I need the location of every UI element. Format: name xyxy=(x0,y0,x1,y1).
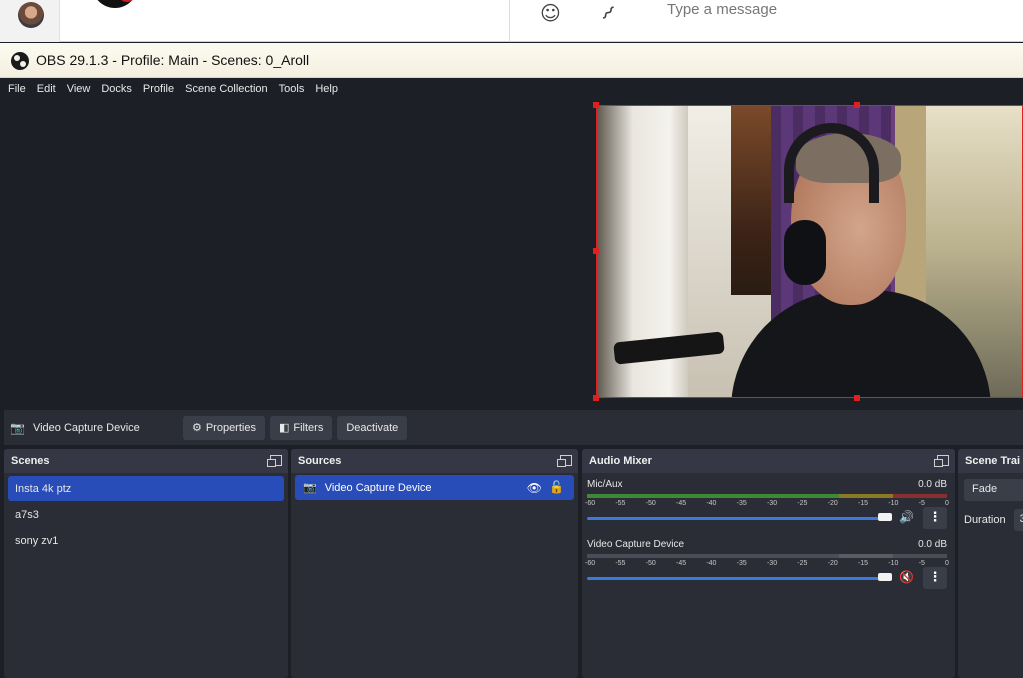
filter-icon: ◧ xyxy=(278,421,290,434)
deactivate-button[interactable]: Deactivate xyxy=(337,415,408,440)
resize-handle[interactable] xyxy=(854,395,860,401)
channel-db: 0.0 dB xyxy=(918,539,947,550)
resize-handle[interactable] xyxy=(593,395,599,401)
camera-icon: 📷 xyxy=(303,482,317,494)
menu-bar: File Edit View Docks Profile Scene Colle… xyxy=(0,79,1023,98)
undock-icon[interactable] xyxy=(557,455,572,467)
menu-docks[interactable]: Docks xyxy=(101,83,137,95)
window-title: OBS 29.1.3 - Profile: Main - Scenes: 0_A… xyxy=(36,52,310,68)
paperclip-icon[interactable]: ⌇ xyxy=(596,1,620,25)
avatar[interactable] xyxy=(18,2,44,28)
menu-view[interactable]: View xyxy=(67,83,96,95)
selected-source-name: Video Capture Device xyxy=(32,421,140,434)
duration-input[interactable]: 30 xyxy=(1013,509,1023,531)
menu-edit[interactable]: Edit xyxy=(37,83,61,95)
properties-button[interactable]: ⚙ Properties xyxy=(182,415,265,440)
message-input[interactable]: Type a message xyxy=(667,1,777,18)
menu-file[interactable]: File xyxy=(8,83,31,95)
resize-handle[interactable] xyxy=(593,102,599,108)
mixer-channel: Video Capture Device 0.0 dB -60 -55 -50 -45… xyxy=(582,533,955,593)
sources-dock: Sources 📷 Video Capture Device 👁 🔓 xyxy=(291,449,578,678)
camera-icon: 📷 xyxy=(10,420,25,435)
volume-meter xyxy=(587,494,947,498)
resize-handle[interactable] xyxy=(854,102,860,108)
transition-select[interactable]: Fade xyxy=(964,479,1023,501)
menu-help[interactable]: Help xyxy=(315,83,343,95)
scene-item[interactable]: a7s3 xyxy=(8,502,284,527)
scene-transitions-header: Scene Trai xyxy=(958,449,1023,473)
chat-avatar-panel xyxy=(0,0,60,42)
volume-fader[interactable] xyxy=(587,577,887,580)
video-capture-preview[interactable] xyxy=(596,105,1023,398)
scenes-dock-header: Scenes xyxy=(4,449,288,473)
menu-scene-collection[interactable]: Scene Collection xyxy=(185,83,273,95)
lock-icon[interactable]: 🔓 xyxy=(549,480,564,494)
speaker-icon[interactable]: 🔊 xyxy=(899,510,914,524)
obs-logo-icon xyxy=(11,52,29,70)
meter-ticks: -60 -55 -50 -45 -40 -35 -30 -25 -20 -15 -10 -5 0 xyxy=(585,500,949,507)
audio-mixer-dock: Audio Mixer Mic/Aux 0.0 dB -60 -55 -50 -45-… xyxy=(582,449,955,678)
chat-strip: ☺ ⌇ Type a message xyxy=(0,0,1023,42)
filters-button[interactable]: ◧ Filters xyxy=(269,415,333,440)
eye-icon[interactable]: 👁 xyxy=(527,481,542,495)
mixer-channel: Mic/Aux 0.0 dB -60 -55 -50 -45 -40 -35 -30 -25-… xyxy=(582,473,955,533)
undock-icon[interactable] xyxy=(934,455,949,467)
fader-handle[interactable] xyxy=(878,513,892,521)
channel-db: 0.0 dB xyxy=(918,479,947,490)
scenes-dock: Scenes Insta 4k ptz a7s3 sony zv1 xyxy=(4,449,288,678)
gear-icon: ⚙ xyxy=(191,421,202,434)
duration-row: Duration 30 xyxy=(964,509,1023,531)
preview-canvas[interactable] xyxy=(0,98,1023,406)
channel-menu-button[interactable]: ⋮ xyxy=(923,507,947,529)
source-item[interactable]: 📷 Video Capture Device 👁 🔓 xyxy=(295,475,574,500)
menu-tools[interactable]: Tools xyxy=(279,83,310,95)
channel-menu-button[interactable]: ⋮ xyxy=(923,567,947,589)
volume-meter xyxy=(587,554,947,558)
muted-speaker-icon[interactable]: 🔇 xyxy=(899,570,914,584)
channel-name: Mic/Aux xyxy=(587,479,623,490)
scene-item[interactable]: Insta 4k ptz xyxy=(8,476,284,501)
source-toolbar: 📷 Video Capture Device ⚙ Properties ◧ Fi… xyxy=(4,410,1023,445)
audio-mixer-header: Audio Mixer xyxy=(582,449,955,473)
volume-fader[interactable] xyxy=(587,517,887,520)
chat-divider xyxy=(509,0,510,42)
undock-icon[interactable] xyxy=(267,455,282,467)
scene-item[interactable]: sony zv1 xyxy=(8,528,284,553)
window-titlebar: OBS 29.1.3 - Profile: Main - Scenes: 0_A… xyxy=(0,43,1023,78)
sources-dock-header: Sources xyxy=(291,449,578,473)
scene-transitions-dock: Scene Trai Fade Duration 30 xyxy=(958,449,1023,678)
menu-profile[interactable]: Profile xyxy=(143,83,179,95)
fader-handle[interactable] xyxy=(878,573,892,581)
contact-logo xyxy=(92,0,138,8)
emoji-icon[interactable]: ☺ xyxy=(540,1,561,25)
meter-ticks: -60 -55 -50 -45 -40 -35 -30 -25 -20 -15 -10 -5 0 xyxy=(585,560,949,567)
resize-handle[interactable] xyxy=(593,248,599,254)
channel-name: Video Capture Device xyxy=(587,539,685,550)
